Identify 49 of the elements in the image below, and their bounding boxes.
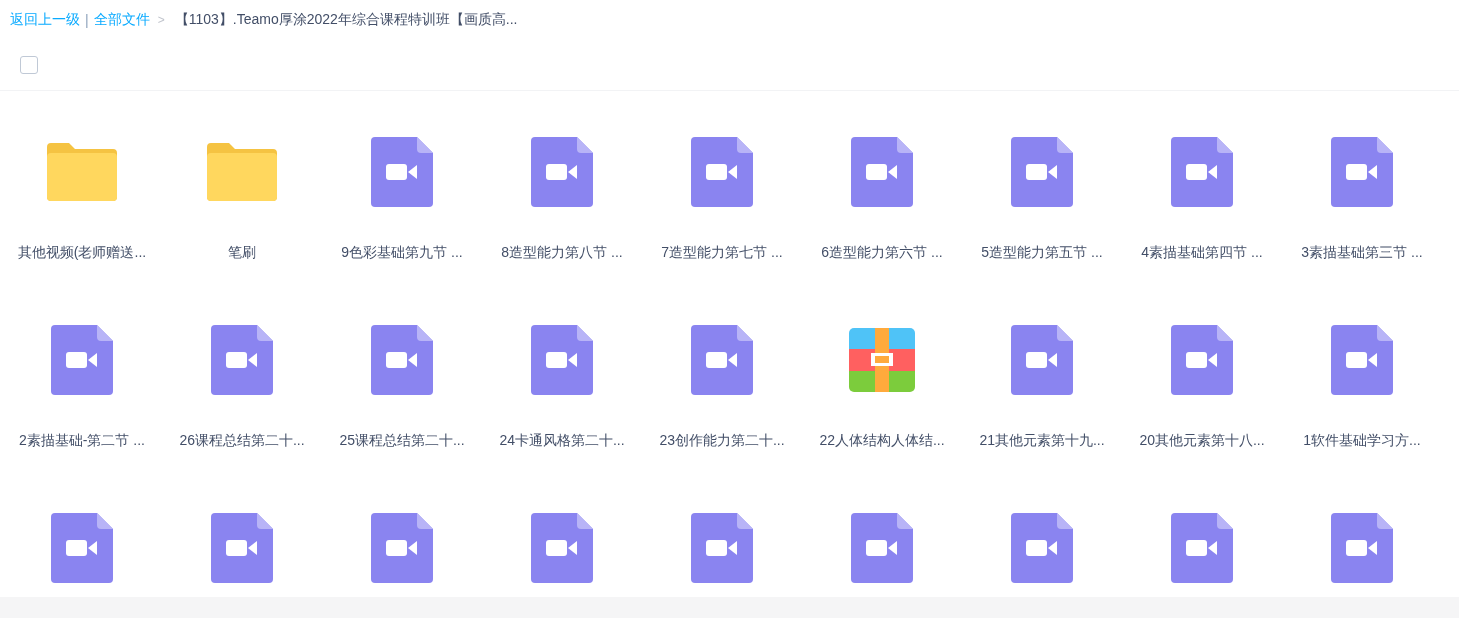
video-file-icon[interactable] <box>1331 137 1393 207</box>
video-file-icon[interactable] <box>851 137 913 207</box>
separator-text: | <box>85 12 89 28</box>
video-file-icon[interactable] <box>531 325 593 395</box>
video-file-icon[interactable] <box>211 513 273 583</box>
file-name[interactable]: 8造型能力第八节 ... <box>501 242 623 262</box>
file-name[interactable]: 7造型能力第七节 ... <box>661 242 783 262</box>
video-file-icon[interactable] <box>371 513 433 583</box>
file-name[interactable]: 23创作能力第二十... <box>659 430 785 450</box>
file-name[interactable]: 笔刷 <box>228 242 256 262</box>
video-file-icon[interactable] <box>1011 137 1073 207</box>
breadcrumb-arrow: > <box>157 13 165 27</box>
video-file-icon[interactable] <box>1011 325 1073 395</box>
video-file-icon[interactable] <box>851 513 913 583</box>
video-file-icon[interactable] <box>51 325 113 395</box>
video-file-icon[interactable] <box>531 513 593 583</box>
folder-icon[interactable] <box>207 143 277 201</box>
file-name[interactable]: 6造型能力第六节 ... <box>821 242 943 262</box>
file-name[interactable]: 5造型能力第五节 ... <box>981 242 1103 262</box>
archive-file-icon[interactable] <box>849 328 915 392</box>
video-file-icon[interactable] <box>1011 513 1073 583</box>
file-name[interactable]: 24卡通风格第二十... <box>499 430 625 450</box>
video-file-icon[interactable] <box>371 325 433 395</box>
file-name[interactable]: 21其他元素第十九... <box>979 430 1105 450</box>
file-name[interactable]: 26课程总结第二十... <box>179 430 305 450</box>
video-file-icon[interactable] <box>691 325 753 395</box>
file-name[interactable]: 22人体结构人体结... <box>819 430 945 450</box>
video-file-icon[interactable] <box>691 137 753 207</box>
select-all-checkbox[interactable] <box>20 56 38 74</box>
video-file-icon[interactable] <box>371 137 433 207</box>
file-name[interactable]: 20其他元素第十八... <box>1139 430 1265 450</box>
video-file-icon[interactable] <box>211 325 273 395</box>
file-name[interactable]: 其他视频(老师赠送... <box>17 242 147 262</box>
video-file-icon[interactable] <box>691 513 753 583</box>
file-name[interactable]: 9色彩基础第九节 ... <box>341 242 463 262</box>
current-folder-title: 【1103】.Teamo厚涂2022年综合课程特训班【画质高... <box>174 11 518 29</box>
file-name[interactable]: 25课程总结第二十... <box>339 430 465 450</box>
file-name[interactable]: 3素描基础第三节 ... <box>1301 242 1423 262</box>
video-file-icon[interactable] <box>1171 137 1233 207</box>
file-name[interactable]: 4素描基础第四节 ... <box>1141 242 1263 262</box>
folder-icon[interactable] <box>47 143 117 201</box>
video-file-icon[interactable] <box>1331 325 1393 395</box>
video-file-icon[interactable] <box>1171 513 1233 583</box>
file-name[interactable]: 1软件基础学习方... <box>1303 430 1421 450</box>
video-file-icon[interactable] <box>531 137 593 207</box>
video-file-icon[interactable] <box>1331 513 1393 583</box>
video-file-icon[interactable] <box>51 513 113 583</box>
file-name[interactable]: 2素描基础-第二节 ... <box>19 430 145 450</box>
video-file-icon[interactable] <box>1171 325 1233 395</box>
